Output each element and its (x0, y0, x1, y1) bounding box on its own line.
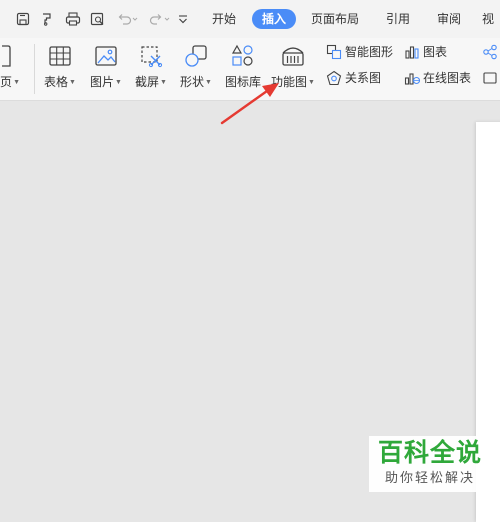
page-button-label: 页 (0, 75, 13, 89)
watermark-title: 百科全说 (377, 438, 482, 467)
function-chart-icon (280, 44, 306, 73)
share-icon[interactable] (482, 42, 500, 62)
function-chart-button[interactable]: 功能图▼ (269, 42, 317, 94)
shapes-button[interactable]: 形状▼ (176, 42, 216, 94)
ribbon-separator (34, 44, 35, 94)
undo-icon[interactable] (115, 9, 141, 29)
chart-icon (405, 46, 419, 59)
customize-quick-access-icon[interactable] (175, 9, 191, 29)
picture-button[interactable]: 图片▼ (86, 42, 126, 94)
chevron-down-icon: ▼ (160, 79, 167, 86)
table-button[interactable]: 表格▼ (40, 42, 80, 94)
page-button[interactable]: 页▼ (0, 42, 22, 94)
smart-art-button-label: 智能图形 (345, 45, 394, 59)
chart-button-label: 图表 (423, 45, 448, 59)
tab-insert[interactable]: 插入 (252, 9, 296, 29)
watermark-subtitle: 助你轻松解决 (384, 470, 475, 485)
online-chart-button[interactable]: 在线图表 (404, 68, 471, 88)
tab-home[interactable]: 开始 (207, 9, 241, 29)
relationship-chart-button[interactable]: 关系图 (326, 68, 381, 88)
chevron-down-icon: ▼ (13, 79, 20, 86)
chevron-down-icon: ▼ (115, 79, 122, 86)
menu-bar: 开始 插入 页面布局 引用 审阅 视 (0, 0, 500, 38)
tab-page-layout[interactable]: 页面布局 (305, 9, 365, 29)
chart-button[interactable]: 图表 (404, 42, 447, 62)
online-chart-icon (404, 73, 420, 85)
chevron-down-icon: ▼ (308, 79, 315, 86)
picture-button-label: 图片 (90, 75, 115, 89)
online-chart-button-label: 在线图表 (423, 71, 472, 85)
save-icon[interactable] (14, 9, 32, 29)
print-preview-icon[interactable] (88, 9, 108, 29)
chevron-down-icon: ▼ (69, 79, 76, 86)
tab-references[interactable]: 引用 (380, 9, 416, 29)
picture-icon (94, 44, 118, 73)
table-icon (48, 44, 72, 73)
shapes-icon (184, 44, 208, 73)
icon-library-icon (231, 44, 255, 73)
tab-view[interactable]: 视 (482, 9, 500, 29)
chevron-down-icon: ▼ (205, 79, 212, 86)
relationship-chart-button-label: 关系图 (345, 71, 382, 85)
watermark-logo: 百科全说 助你轻松解决 (369, 436, 491, 492)
function-chart-button-label: 功能图 (271, 75, 308, 89)
table-button-label: 表格 (44, 75, 69, 89)
tab-review[interactable]: 审阅 (431, 9, 467, 29)
shapes-button-label: 形状 (180, 75, 205, 89)
relationship-chart-icon (326, 70, 342, 86)
page-icon (2, 44, 12, 73)
screenshot-icon (139, 44, 163, 73)
icon-library-button[interactable]: 图标库 (221, 42, 265, 94)
smart-art-button[interactable]: 智能图形 (326, 42, 393, 62)
screenshot-button[interactable]: 截屏▼ (131, 42, 171, 94)
ribbon-insert: 页▼ 表格▼ 图片▼ 截屏▼ 形状▼ 图标库 功能图▼ 智能图形 关系图 图表 … (0, 38, 500, 101)
icon-library-button-label: 图标库 (224, 75, 261, 89)
screenshot-button-label: 截屏 (135, 75, 160, 89)
format-painter-icon[interactable] (38, 9, 56, 29)
smart-art-icon (326, 44, 342, 60)
print-icon[interactable] (63, 9, 83, 29)
redo-icon[interactable] (147, 9, 173, 29)
more-icon[interactable] (482, 68, 500, 88)
